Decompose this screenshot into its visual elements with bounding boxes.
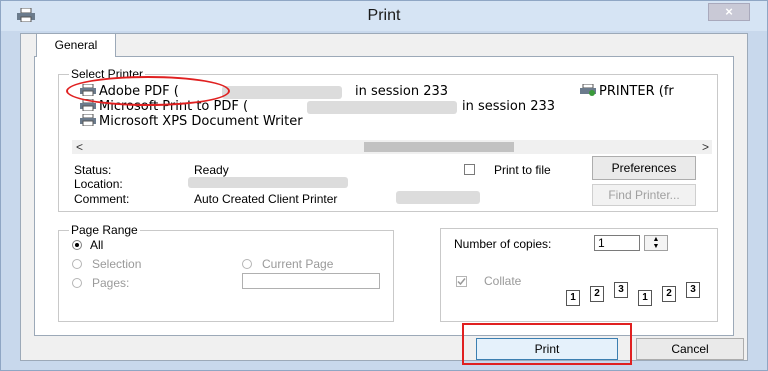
radio-selection-label: Selection bbox=[92, 257, 142, 271]
location-label: Location: bbox=[74, 177, 123, 191]
printer-session: in session 233 bbox=[462, 99, 556, 114]
close-button[interactable]: × bbox=[708, 3, 750, 21]
redacted-area bbox=[188, 177, 348, 188]
printer-name: Microsoft XPS Document Writer bbox=[99, 114, 303, 129]
title-bar: Print × bbox=[1, 1, 767, 31]
collate-label: Collate bbox=[484, 274, 522, 288]
pages-input[interactable] bbox=[242, 273, 380, 289]
check-icon bbox=[457, 278, 466, 286]
collate-page-icon: 3 bbox=[686, 282, 700, 298]
find-printer-button[interactable]: Find Printer... bbox=[592, 184, 696, 206]
tab-general[interactable]: General bbox=[36, 33, 116, 57]
cancel-button[interactable]: Cancel bbox=[636, 338, 744, 360]
print-to-file-checkbox[interactable] bbox=[464, 164, 475, 175]
scroll-right-arrow[interactable]: > bbox=[702, 140, 709, 154]
copies-spinner[interactable]: ▲ ▼ bbox=[644, 235, 668, 251]
collate-page-icon: 2 bbox=[662, 286, 676, 302]
status-value: Ready bbox=[194, 163, 229, 177]
radio-all[interactable] bbox=[72, 240, 82, 250]
collate-page-icon: 3 bbox=[614, 282, 628, 298]
spin-down-icon[interactable]: ▼ bbox=[645, 243, 667, 250]
comment-label: Comment: bbox=[74, 192, 130, 206]
collate-page-icon: 1 bbox=[566, 290, 580, 306]
redacted-area bbox=[222, 86, 342, 99]
number-of-copies-label: Number of copies: bbox=[454, 237, 552, 251]
radio-all-label: All bbox=[90, 238, 104, 252]
default-printer-icon bbox=[580, 84, 596, 96]
scroll-thumb[interactable] bbox=[364, 142, 514, 152]
printer-icon bbox=[80, 114, 96, 126]
collate-page-icon: 1 bbox=[638, 290, 652, 306]
radio-selection[interactable] bbox=[72, 259, 82, 269]
printer-list-scrollbar[interactable]: < > bbox=[72, 140, 712, 154]
radio-current-page-label: Current Page bbox=[262, 257, 334, 271]
preferences-button[interactable]: Preferences bbox=[592, 156, 696, 180]
printer-name: PRINTER (fr bbox=[599, 84, 674, 99]
radio-current-page[interactable] bbox=[242, 259, 252, 269]
window-title: Print bbox=[367, 7, 401, 24]
redacted-area bbox=[396, 191, 480, 204]
annotation-box bbox=[462, 323, 632, 365]
printer-item-microsoft-xps[interactable]: Microsoft XPS Document Writer bbox=[80, 114, 303, 129]
comment-value: Auto Created Client Printer bbox=[194, 192, 338, 206]
print-to-file-label: Print to file bbox=[494, 163, 551, 177]
radio-pages-label: Pages: bbox=[92, 276, 130, 290]
printer-session: in session 233 bbox=[355, 84, 449, 99]
scroll-left-arrow[interactable]: < bbox=[76, 140, 83, 154]
annotation-ellipse bbox=[66, 76, 230, 106]
copies-input[interactable]: 1 bbox=[594, 235, 640, 251]
collate-page-icon: 2 bbox=[590, 286, 604, 302]
page-range-title: Page Range bbox=[69, 223, 140, 237]
radio-pages[interactable] bbox=[72, 278, 82, 288]
printer-item-printer[interactable]: PRINTER (fr bbox=[580, 84, 674, 99]
redacted-area bbox=[307, 101, 457, 114]
spin-up-icon[interactable]: ▲ bbox=[645, 236, 667, 243]
collate-checkbox[interactable] bbox=[456, 276, 467, 287]
status-label: Status: bbox=[74, 163, 112, 177]
